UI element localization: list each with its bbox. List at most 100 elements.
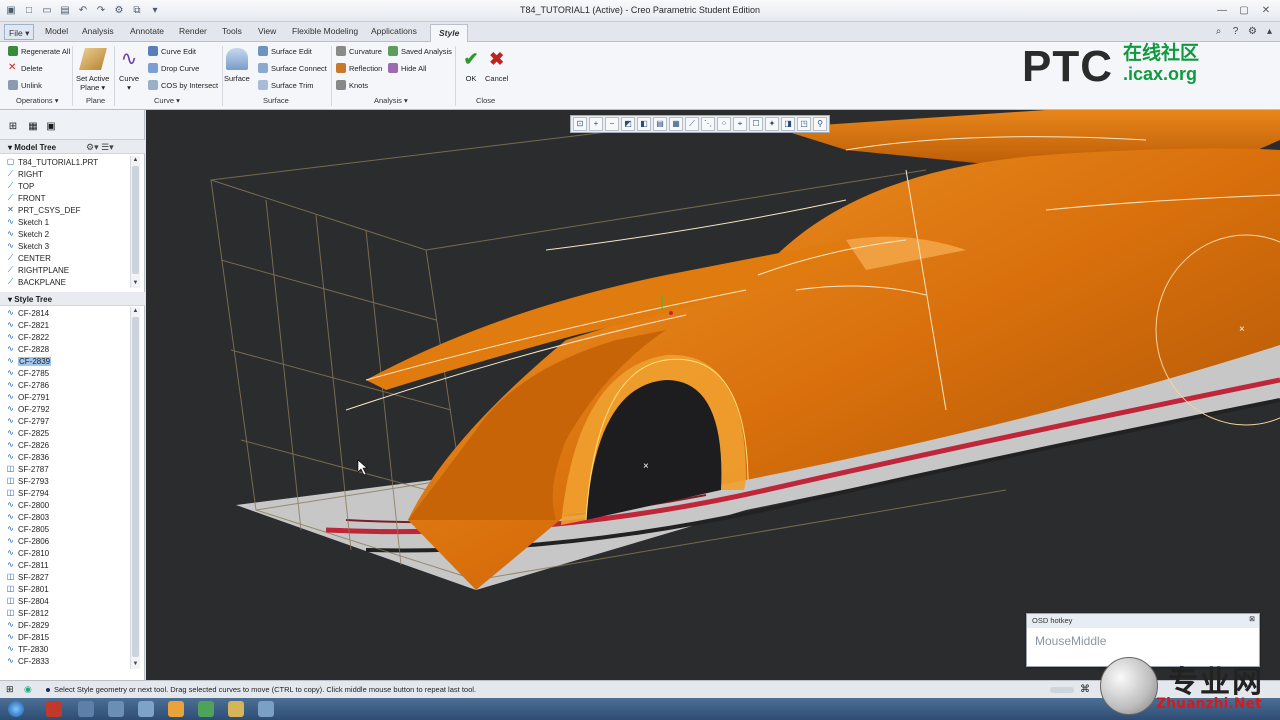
- tab-render[interactable]: Render: [179, 26, 207, 36]
- help-icon[interactable]: ?: [1229, 25, 1242, 38]
- taskbar-browser-icon[interactable]: [168, 701, 184, 717]
- tree-settings-icon[interactable]: ⚙▾ ☰▾: [86, 142, 114, 153]
- graphics-viewport[interactable]: × ×: [146, 110, 1280, 680]
- tree-item[interactable]: ∿ Sketch 1: [0, 216, 130, 228]
- tree-item[interactable]: ∿ CF-2814: [0, 307, 130, 319]
- tab-analysis[interactable]: Analysis: [82, 26, 114, 36]
- tree-item[interactable]: ◫ SF-2827: [0, 571, 130, 583]
- tree-item[interactable]: ∿ CF-2836: [0, 451, 130, 463]
- tree-item[interactable]: ∿ TF-2830: [0, 643, 130, 655]
- tree-item[interactable]: ∿ CF-2803: [0, 511, 130, 523]
- tree-item[interactable]: ◫ SF-2787: [0, 463, 130, 475]
- tree-item[interactable]: ◫ SF-2794: [0, 487, 130, 499]
- annotation-icon[interactable]: ⚲: [813, 117, 827, 131]
- settings-icon[interactable]: ⚙: [1246, 25, 1259, 38]
- tree-item[interactable]: ⟋ RIGHTPLANE: [0, 264, 130, 276]
- search-icon[interactable]: ⌕: [1212, 25, 1225, 38]
- tree-item[interactable]: ⟋ CENTER: [0, 252, 130, 264]
- regenerate-all-button[interactable]: Regenerate All: [8, 46, 70, 56]
- tree-item[interactable]: ∿ OF-2792: [0, 403, 130, 415]
- model-tree-scrollbar[interactable]: ▲ ▼: [130, 156, 140, 288]
- tree-item[interactable]: ⟋ RIGHT: [0, 168, 130, 180]
- tree-item[interactable]: ◫ SF-2801: [0, 583, 130, 595]
- maximize-icon[interactable]: ▢: [1234, 1, 1254, 19]
- knots-button[interactable]: Knots: [336, 80, 368, 90]
- analysis-group-label[interactable]: Analysis ▾: [374, 96, 408, 105]
- tab-flexible-modeling[interactable]: Flexible Modeling: [292, 26, 358, 36]
- refit-icon[interactable]: ⊡: [573, 117, 587, 131]
- saved-orientations-icon[interactable]: ▤: [653, 117, 667, 131]
- taskbar-creo-icon[interactable]: [198, 701, 214, 717]
- status-tree-icon[interactable]: ⊞: [6, 684, 14, 695]
- hide-all-button[interactable]: Hide All: [388, 63, 426, 73]
- axis-display-icon[interactable]: ⋱: [701, 117, 715, 131]
- tree-item[interactable]: ∿ CF-2810: [0, 547, 130, 559]
- datum-display-icon[interactable]: ⟋: [685, 117, 699, 131]
- tree-item[interactable]: ∿ CF-2839: [0, 355, 130, 367]
- repaint-icon[interactable]: ◩: [621, 117, 635, 131]
- tree-item[interactable]: ∿ CF-2828: [0, 343, 130, 355]
- close-icon[interactable]: ⊠: [1249, 615, 1255, 623]
- display-style-icon[interactable]: ◧: [637, 117, 651, 131]
- delete-button[interactable]: ✕ Delete: [8, 63, 43, 73]
- saved-analysis-button[interactable]: Saved Analysis: [388, 46, 452, 56]
- annotation-display-icon[interactable]: ☐: [749, 117, 763, 131]
- style-tree-scrollbar[interactable]: ▲ ▼: [130, 307, 140, 669]
- tree-item[interactable]: ∿ CF-2822: [0, 331, 130, 343]
- tab-tools[interactable]: Tools: [222, 26, 242, 36]
- operations-group-label[interactable]: Operations ▾: [16, 96, 59, 105]
- tree-item[interactable]: ∿ CF-2811: [0, 559, 130, 571]
- surface-button[interactable]: Surface: [224, 48, 250, 83]
- ok-button[interactable]: ✔ OK: [460, 48, 482, 83]
- tab-annotate[interactable]: Annotate: [130, 26, 164, 36]
- tree-item[interactable]: ∿ Sketch 2: [0, 228, 130, 240]
- tree-item[interactable]: ⟋ TOP: [0, 180, 130, 192]
- tree-item[interactable]: ∿ OF-2791: [0, 391, 130, 403]
- set-active-plane-button[interactable]: Set Active Plane ▾: [76, 48, 109, 92]
- point-display-icon[interactable]: ⁘: [717, 117, 731, 131]
- tree-item[interactable]: ∿ CF-2821: [0, 319, 130, 331]
- taskbar-app-icon[interactable]: [46, 701, 62, 717]
- tree-item[interactable]: ∿ CF-2800: [0, 499, 130, 511]
- tree-item[interactable]: ∿ Sketch 3: [0, 240, 130, 252]
- tree-item[interactable]: ◫ SF-2793: [0, 475, 130, 487]
- surface-edit-button[interactable]: Surface Edit: [258, 46, 312, 56]
- tree-item[interactable]: ∿ CF-2825: [0, 427, 130, 439]
- close-icon[interactable]: ✕: [1256, 1, 1276, 19]
- tree-item[interactable]: ✕ PRT_CSYS_DEF: [0, 204, 130, 216]
- tree-item[interactable]: ∿ CF-2805: [0, 523, 130, 535]
- csys-display-icon[interactable]: ⌖: [733, 117, 747, 131]
- tree-item[interactable]: ∿ CF-2806: [0, 535, 130, 547]
- taskbar-app-icon[interactable]: [108, 701, 124, 717]
- tab-model[interactable]: Model: [45, 26, 68, 36]
- perspective-icon[interactable]: ◳: [797, 117, 811, 131]
- tree-item[interactable]: ▢ T84_TUTORIAL1.PRT: [0, 156, 130, 168]
- tree-item[interactable]: ∿ CF-2826: [0, 439, 130, 451]
- tab-applications[interactable]: Applications: [371, 26, 417, 36]
- style-display-icon[interactable]: ◨: [781, 117, 795, 131]
- taskbar-app-icon[interactable]: [138, 701, 154, 717]
- taskbar-app-icon[interactable]: [258, 701, 274, 717]
- favorites-icon[interactable]: ▣: [44, 120, 58, 134]
- tree-item[interactable]: ∿ CF-2833: [0, 655, 130, 667]
- curve-button[interactable]: ∿ Curve ▾: [118, 48, 140, 92]
- style-tree-header[interactable]: ▾ Style Tree: [0, 292, 145, 306]
- curvature-button[interactable]: Curvature: [336, 46, 382, 56]
- smart-filter-icon[interactable]: ⌘: [1080, 684, 1090, 695]
- cos-by-intersect-button[interactable]: COS by Intersect: [148, 80, 218, 90]
- tree-item[interactable]: ∿ CF-2786: [0, 379, 130, 391]
- tree-item[interactable]: ∿ DF-2815: [0, 631, 130, 643]
- tree-item[interactable]: ◫ SF-2812: [0, 607, 130, 619]
- tab-file[interactable]: File ▾: [4, 24, 35, 40]
- minimize-icon[interactable]: —: [1212, 1, 1232, 19]
- tree-item[interactable]: ∿ CF-2785: [0, 367, 130, 379]
- tree-item[interactable]: ⟋ BACKPLANE: [0, 276, 130, 288]
- reflection-button[interactable]: Reflection: [336, 63, 382, 73]
- cancel-button[interactable]: ✖ Cancel: [485, 48, 508, 83]
- taskbar-app-icon[interactable]: [78, 701, 94, 717]
- curve-edit-button[interactable]: Curve Edit: [148, 46, 196, 56]
- folder-browser-icon[interactable]: ▦: [26, 120, 40, 134]
- zoom-in-icon[interactable]: +: [589, 117, 603, 131]
- surface-connect-button[interactable]: Surface Connect: [258, 63, 327, 73]
- spin-center-icon[interactable]: ✦: [765, 117, 779, 131]
